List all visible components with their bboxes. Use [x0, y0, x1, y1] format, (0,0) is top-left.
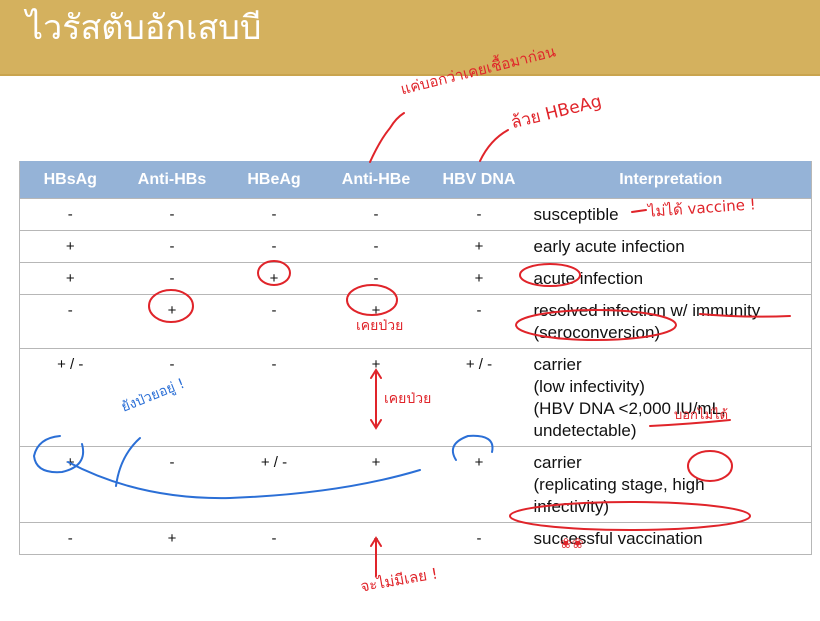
cell-anti-hbe: + — [324, 446, 428, 523]
cell-interpretation: resolved infection w/ immunity (seroconv… — [530, 294, 812, 349]
pointer-stroke-hbv-dna — [479, 129, 509, 162]
header-anti-hbs: Anti-HBs — [120, 161, 224, 199]
cell-hbsag: - — [19, 294, 121, 349]
cell-anti-hbe: - — [324, 230, 428, 263]
cell-hbeag: - — [223, 294, 325, 349]
interpretation-line: acute infection — [533, 269, 644, 288]
cell-hbsag: + — [19, 446, 121, 523]
cell-interpretation: acute infection — [530, 262, 812, 295]
interpretation-line: early acute infection — [533, 237, 685, 256]
interpretation-line: resolved infection w/ immunity — [533, 301, 761, 320]
cell-anti-hbs: + — [120, 294, 224, 349]
table-row: + - + - + acute infection — [19, 262, 812, 295]
cell-interpretation: early acute infection — [530, 230, 812, 263]
cell-hbsag: - — [19, 522, 121, 555]
cell-hbv-dna: - — [427, 198, 531, 231]
header-interpretation: Interpretation — [530, 161, 812, 199]
interpretation-line: undetectable) — [533, 421, 637, 440]
cell-hbsag: + — [19, 262, 121, 295]
interpretation-line: (replicating stage, high — [533, 475, 705, 494]
header-hbeag: HBeAg — [223, 161, 325, 199]
cell-hbsag: + — [19, 230, 121, 263]
cell-interpretation: carrier (low infectivity) (HBV DNA <2,00… — [530, 348, 812, 447]
interpretation-line: (HBV DNA <2,000 IU/mL, — [533, 399, 726, 418]
interpretation-line: carrier — [533, 453, 582, 472]
interpretation-line: (low infectivity) — [533, 377, 645, 396]
interpretation-line: (seroconversion) — [533, 323, 661, 342]
annotation-undetectable: บอกไม่ได้ — [674, 408, 729, 423]
annotation-row4: เคยป่วย — [356, 318, 404, 334]
annotation-arrow: เคยป่วย — [384, 391, 432, 407]
header-hbsag: HBsAg — [19, 161, 121, 199]
cell-anti-hbe: - — [324, 262, 428, 295]
cell-hbv-dna: + — [427, 262, 531, 295]
interpretation-line: infectivity) — [533, 497, 610, 516]
table-row: + - + / - + + carrier (replicating stage… — [19, 446, 812, 523]
header-hbv-dna: HBV DNA — [427, 161, 531, 199]
annotation-top-2: ล้วย HBeAg — [508, 91, 604, 134]
cell-hbeag: - — [223, 198, 325, 231]
cell-anti-hbs: + — [120, 522, 224, 555]
cell-anti-hbs: - — [120, 446, 224, 523]
header-row: HBsAg Anti-HBs HBeAg Anti-HBe HBV DNA In… — [19, 161, 812, 199]
cell-hbeag: + / - — [223, 446, 325, 523]
cell-hbeag: - — [223, 348, 325, 447]
table-row: - + - + - resolved infection w/ immunity… — [19, 294, 812, 349]
title-bar: ไวรัสตับอักเสบบี — [0, 0, 820, 74]
cell-anti-hbs: - — [120, 198, 224, 231]
cell-hbv-dna: + — [427, 446, 531, 523]
cell-anti-hbe: - — [324, 522, 428, 555]
cell-hbeag: - — [223, 230, 325, 263]
annotation-vaccination-mark: ❀❀ — [560, 536, 584, 552]
interpretation-line: carrier — [533, 355, 582, 374]
cell-hbv-dna: - — [427, 294, 531, 349]
cell-hbv-dna: + / - — [427, 348, 531, 447]
cell-anti-hbs: - — [120, 230, 224, 263]
cell-anti-hbs: - — [120, 262, 224, 295]
cell-hbeag: - — [223, 522, 325, 555]
pointer-stroke-anti-hbe — [369, 112, 405, 163]
slide-title: ไวรัสตับอักเสบบี — [26, 8, 262, 48]
table-row: - + - - - successful vaccination — [19, 522, 812, 555]
annotation-bottom: จะไม่มีเลย ! — [359, 564, 440, 596]
cell-hbv-dna: - — [427, 522, 531, 555]
cell-hbsag: + / - — [19, 348, 121, 447]
cell-hbv-dna: + — [427, 230, 531, 263]
cell-interpretation: carrier (replicating stage, high infecti… — [530, 446, 812, 523]
cell-anti-hbe: - — [324, 198, 428, 231]
cell-hbeag: + — [223, 262, 325, 295]
header-anti-hbe: Anti-HBe — [324, 161, 428, 199]
cell-hbsag: - — [19, 198, 121, 231]
table-row: + - - - + early acute infection — [19, 230, 812, 263]
